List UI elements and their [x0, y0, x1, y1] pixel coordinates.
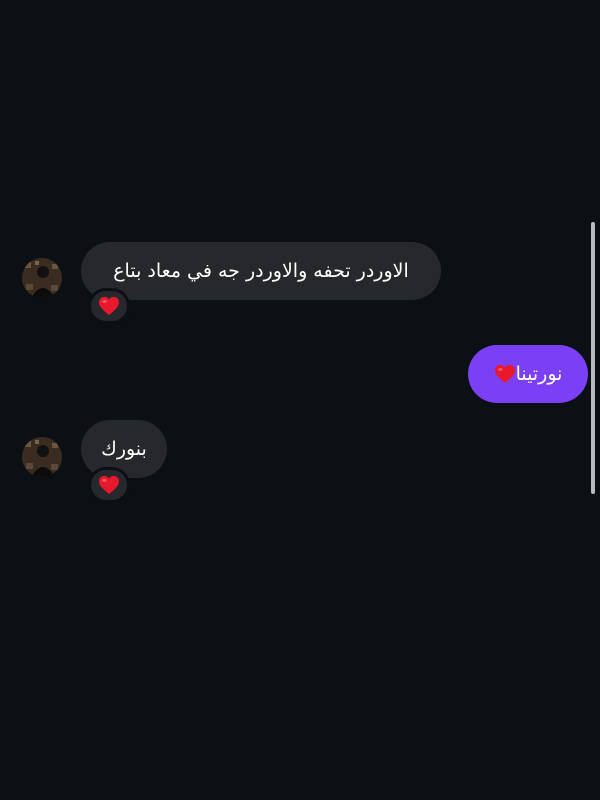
avatar-image — [22, 258, 62, 298]
scrollbar[interactable] — [591, 222, 595, 494]
contact-avatar[interactable] — [22, 258, 62, 298]
message-text: بنورك — [101, 438, 147, 460]
message-text: نورتينا — [515, 363, 563, 385]
red-heart-icon — [494, 364, 515, 384]
heart-reaction[interactable] — [88, 288, 130, 324]
chat-screen: الاوردر تحفه والاوردر جه في معاد بتاع نو… — [0, 0, 600, 800]
contact-avatar[interactable] — [22, 437, 62, 477]
sent-message-bubble[interactable]: نورتينا — [468, 345, 588, 403]
heart-reaction[interactable] — [88, 467, 130, 503]
avatar-image — [22, 437, 62, 477]
received-message-bubble[interactable]: بنورك — [81, 420, 167, 478]
red-heart-icon — [99, 296, 119, 316]
message-text: الاوردر تحفه والاوردر جه في معاد بتاع — [113, 260, 409, 282]
red-heart-icon — [99, 475, 119, 495]
received-message-bubble[interactable]: الاوردر تحفه والاوردر جه في معاد بتاع — [81, 242, 441, 300]
